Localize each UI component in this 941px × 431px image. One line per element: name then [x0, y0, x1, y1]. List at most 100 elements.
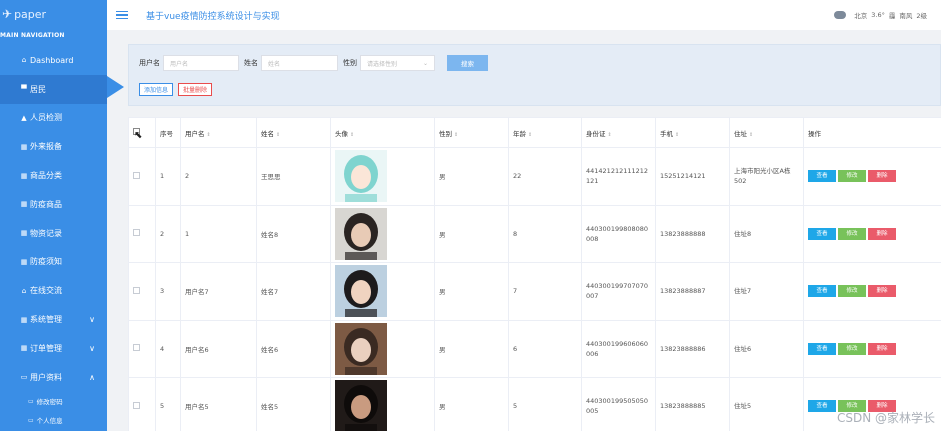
- chevron-down-icon: ⌄: [422, 59, 428, 67]
- sidebar-item-label: 人员检测: [30, 113, 62, 123]
- cell-name: 姓名8: [256, 204, 331, 263]
- row-checkbox[interactable]: [133, 286, 140, 294]
- name-label: 姓名: [244, 59, 258, 67]
- cell-id-card: 440300199707070007: [581, 262, 656, 321]
- sort-icon[interactable]: ⇕: [350, 132, 354, 138]
- sort-icon[interactable]: ⇕: [454, 132, 458, 138]
- sidebar-item-residents[interactable]: ▀ 居民: [0, 74, 107, 104]
- sort-icon[interactable]: ⇕: [207, 132, 211, 138]
- avatar: [335, 207, 387, 260]
- batch-delete-button[interactable]: 批量删除: [178, 83, 213, 96]
- cell-id-card: 440300199606060006: [581, 319, 656, 378]
- table-row: 3 用户名7 姓名7 男 7 440300199707070007 138238…: [128, 262, 941, 321]
- delete-button[interactable]: 删除: [868, 227, 896, 240]
- menu-toggle-icon[interactable]: [116, 8, 128, 21]
- sidebar-subitem-label: 修改密码: [36, 398, 63, 407]
- sidebar-item-user-profile[interactable]: ▭ 用户资料 ∧: [0, 363, 107, 392]
- mouse-cursor-icon: ⬉: [134, 130, 143, 141]
- col-header-phone[interactable]: 手机 ⇕: [655, 117, 730, 148]
- sidebar-item-reporting[interactable]: ▦ 外来报备: [0, 132, 107, 161]
- cell-sex: 男: [434, 204, 509, 263]
- name-input[interactable]: 姓名: [261, 55, 338, 71]
- view-button[interactable]: 查看: [808, 400, 836, 413]
- sidebar-item-orders[interactable]: ▦ 订单管理 ∨: [0, 334, 107, 363]
- row-select-cell: [128, 262, 156, 321]
- cell-avatar: [330, 204, 435, 263]
- sidebar-item-system[interactable]: ▦ 系统管理 ∨: [0, 305, 107, 334]
- sidebar-item-chat[interactable]: ⌂ 在线交流: [0, 276, 107, 305]
- col-header-address[interactable]: 住址 ⇕: [729, 117, 804, 148]
- col-header-id-card[interactable]: 身份证 ⇕: [581, 117, 656, 148]
- cell-id-card: 441421212111212121: [581, 147, 656, 206]
- row-checkbox[interactable]: [133, 229, 140, 237]
- sidebar-item-goods-category[interactable]: ▦ 商品分类: [0, 161, 107, 190]
- cell-age: 7: [508, 262, 582, 321]
- col-header-name[interactable]: 姓名 ⇕: [256, 117, 331, 148]
- row-checkbox[interactable]: [133, 344, 140, 352]
- cell-address: 上海市阳光小区A栋502: [729, 147, 804, 206]
- col-header-avatar[interactable]: 头像 ⇕: [330, 117, 435, 148]
- sidebar-item-label: 居民: [30, 84, 46, 94]
- search-panel: 用户名 用户名 姓名 姓名 性别 请选择性别 ⌄ 搜索 添加信息 批量删除: [128, 44, 941, 106]
- row-select-cell: [128, 319, 156, 378]
- cell-username: 2: [180, 147, 257, 206]
- sidebar-item-notice[interactable]: ▦ 防疫须知: [0, 248, 107, 277]
- brand[interactable]: ✈ paper: [0, 0, 107, 28]
- sidebar-item-testing[interactable]: ▲ 人员检测: [0, 104, 107, 133]
- edit-button[interactable]: 修改: [838, 170, 866, 183]
- sort-icon[interactable]: ⇕: [608, 132, 612, 138]
- cell-id-card: 440300199808080008: [581, 204, 656, 263]
- sex-select[interactable]: 请选择性别 ⌄: [360, 55, 435, 71]
- cell-username: 1: [180, 204, 257, 263]
- avatar: [335, 380, 387, 431]
- cell-sex: 男: [434, 377, 509, 431]
- cell-phone: 13823888885: [655, 377, 730, 431]
- search-button[interactable]: 搜索: [447, 55, 488, 71]
- edit-button[interactable]: 修改: [838, 285, 866, 298]
- sidebar-item-supply-records[interactable]: ▦ 物资记录: [0, 219, 107, 248]
- view-button[interactable]: 查看: [808, 285, 836, 298]
- cell-index: 3: [155, 262, 181, 321]
- row-select-cell: [128, 147, 156, 206]
- col-header-age[interactable]: 年龄 ⇕: [508, 117, 582, 148]
- row-checkbox[interactable]: [133, 401, 140, 409]
- sidebar-item-dashboard[interactable]: ⌂ Dashboard: [0, 46, 107, 75]
- edit-button[interactable]: 修改: [838, 342, 866, 355]
- cell-index: 2: [155, 204, 181, 263]
- cloud-icon: [834, 11, 847, 19]
- col-header-sex[interactable]: 性别 ⇕: [434, 117, 509, 148]
- view-button[interactable]: 查看: [808, 227, 836, 240]
- row-select-cell: [128, 204, 156, 263]
- table-header-row: 序号 用户名 ⇕ 姓名 ⇕ 头像 ⇕ 性别 ⇕ 年龄 ⇕ 身份证 ⇕ 手机 ⇕ 住址 ⇕ 操作: [128, 117, 941, 148]
- avatar: [335, 322, 387, 375]
- edit-button[interactable]: 修改: [838, 227, 866, 240]
- sort-icon[interactable]: ⇕: [749, 132, 753, 138]
- brand-name: paper: [14, 7, 47, 21]
- cell-username: 用户名5: [180, 377, 257, 431]
- weather-temp: 3.6°: [871, 11, 885, 19]
- sidebar-subitem-change-password[interactable]: ▭ 修改密码: [0, 392, 107, 411]
- delete-button[interactable]: 删除: [868, 170, 896, 183]
- delete-button[interactable]: 删除: [868, 285, 896, 298]
- cell-address: 住址5: [729, 377, 804, 431]
- add-button[interactable]: 添加信息: [139, 83, 174, 96]
- grid-icon: ▦: [20, 344, 28, 353]
- cell-phone: 13823888886: [655, 319, 730, 378]
- view-button[interactable]: 查看: [808, 170, 836, 183]
- sidebar: ✈ paper MAIN NAVIGATION ⌂ Dashboard ▀ 居民…: [0, 0, 107, 431]
- col-header-username[interactable]: 用户名 ⇕: [180, 117, 257, 148]
- row-checkbox[interactable]: [133, 171, 140, 179]
- username-input[interactable]: 用户名: [163, 55, 239, 71]
- sidebar-item-label: 商品分类: [30, 171, 62, 181]
- sidebar-subitem-personal-info[interactable]: ▭ 个人信息: [0, 411, 107, 430]
- delete-button[interactable]: 删除: [868, 342, 896, 355]
- sidebar-item-epidemic-goods[interactable]: ▦ 防疫商品: [0, 190, 107, 219]
- cell-index: 5: [155, 377, 181, 431]
- view-button[interactable]: 查看: [808, 342, 836, 355]
- sort-icon[interactable]: ⇕: [528, 132, 532, 138]
- username-label: 用户名: [139, 59, 160, 67]
- cell-phone: 15251214121: [655, 147, 730, 206]
- weather-condition: 霾: [888, 12, 896, 20]
- sort-icon[interactable]: ⇕: [675, 132, 679, 138]
- sort-icon[interactable]: ⇕: [276, 132, 280, 138]
